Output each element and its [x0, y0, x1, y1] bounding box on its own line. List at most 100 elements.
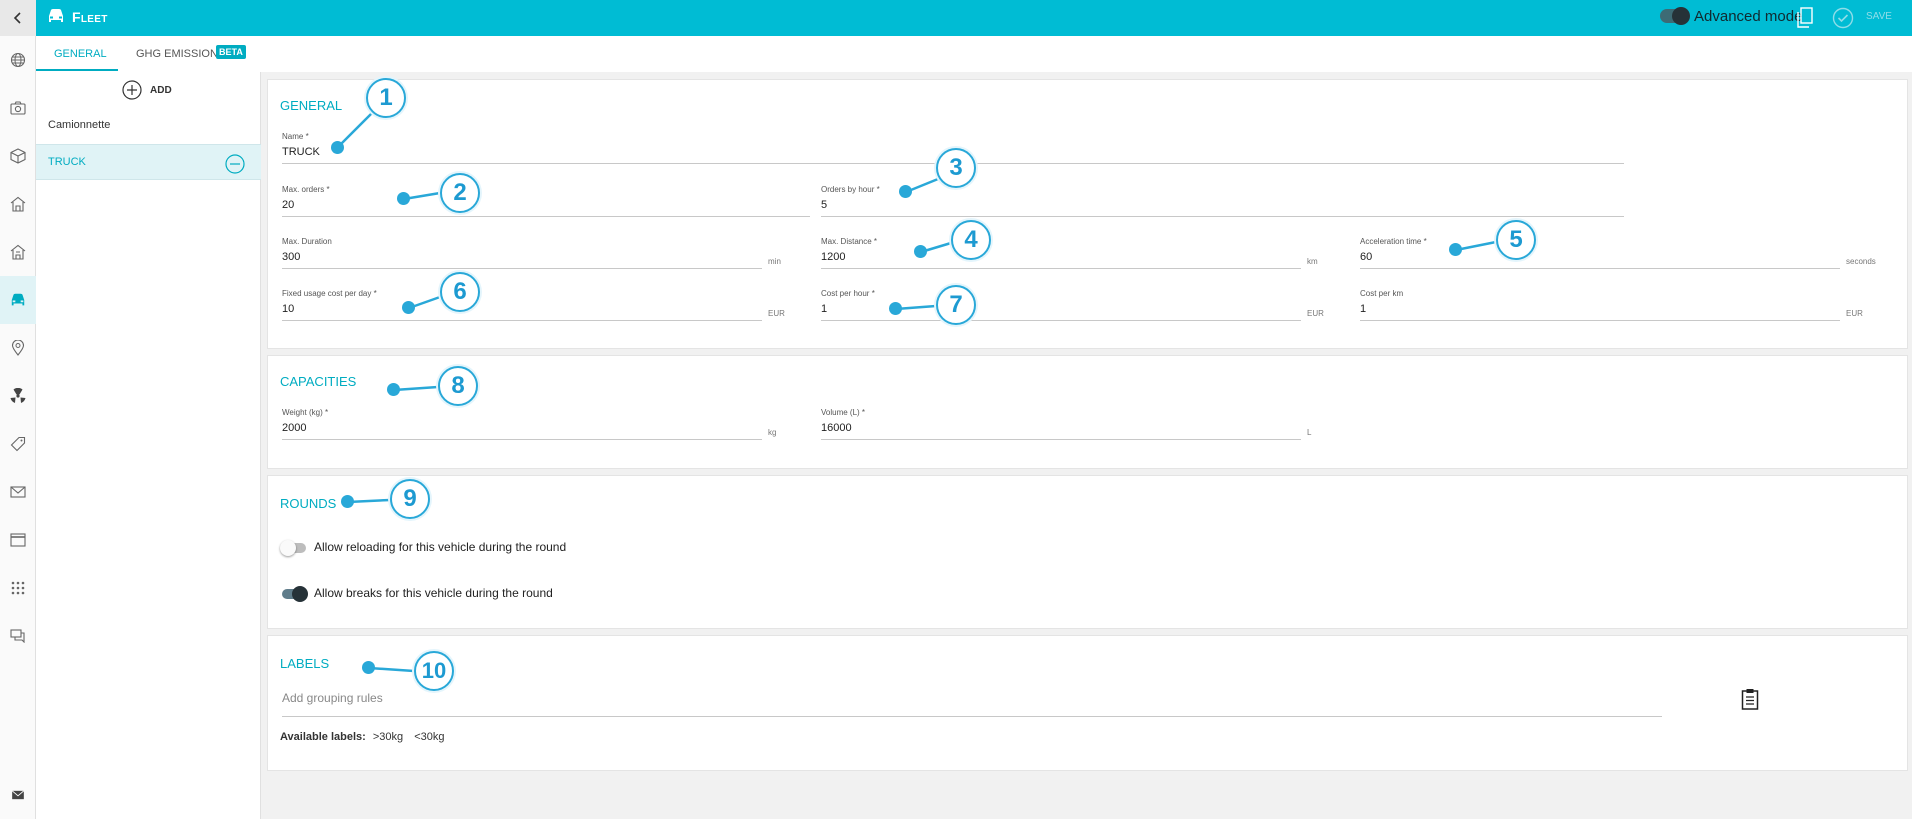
map-pin-icon	[11, 340, 25, 356]
callout-dot	[331, 141, 344, 154]
vehicle-item-selected[interactable]: TRUCK	[36, 144, 261, 180]
fixed-cost-day-field[interactable]: Fixed usage cost per day * 10	[282, 289, 762, 321]
active-tab-indicator	[36, 69, 118, 71]
unit-km: km	[1307, 257, 1318, 266]
nav-camera[interactable]	[0, 84, 36, 132]
vehicle-name: TRUCK	[48, 156, 86, 168]
add-label: ADD	[150, 84, 172, 96]
max-orders-input[interactable]: 20	[282, 199, 810, 217]
cost-per-km-input[interactable]: 1	[1360, 303, 1840, 321]
plus-circle-icon	[122, 80, 142, 100]
callout-1: 1	[366, 78, 406, 118]
nav-apps[interactable]	[0, 564, 36, 612]
nav-tags[interactable]	[0, 420, 36, 468]
unit-eur: EUR	[1307, 309, 1324, 318]
nav-globe[interactable]	[0, 36, 36, 84]
check-circle-icon[interactable]	[1832, 7, 1854, 29]
max-duration-input[interactable]: 300	[282, 251, 762, 269]
camera-icon	[10, 101, 26, 115]
max-duration-field[interactable]: Max. Duration 300	[282, 237, 762, 269]
chat-icon	[10, 629, 25, 643]
callout-dot	[914, 245, 927, 258]
general-title: GENERAL	[280, 98, 343, 113]
vehicle-item[interactable]: Camionnette	[36, 108, 261, 144]
labels-title: LABELS	[280, 656, 330, 671]
reload-toggle[interactable]	[280, 540, 306, 556]
add-vehicle-button[interactable]: ADD	[122, 80, 172, 100]
weight-field[interactable]: Weight (kg) * 2000	[282, 408, 762, 440]
vehicle-name: Camionnette	[48, 119, 111, 131]
top-bar: Fleet Advanced mode SAVE	[0, 0, 1912, 36]
cost-per-km-field[interactable]: Cost per km 1	[1360, 289, 1840, 321]
tab-ghg-emissions[interactable]: GHG EMISSIONS	[136, 48, 225, 60]
labels-card: LABELS Add grouping rules Available labe…	[267, 635, 1908, 771]
building-icon	[10, 244, 26, 260]
car-icon	[11, 293, 25, 306]
unit-eur: EUR	[768, 309, 785, 318]
callout-dot	[387, 383, 400, 396]
max-orders-field[interactable]: Max. orders * 20	[282, 185, 810, 217]
save-button[interactable]: SAVE	[1866, 11, 1892, 22]
nav-chat[interactable]	[0, 612, 36, 660]
callout-dot	[402, 301, 415, 314]
tab-general[interactable]: GENERAL	[54, 48, 107, 60]
label-chip[interactable]: >30kg	[373, 731, 403, 743]
weight-input[interactable]: 2000	[282, 422, 762, 440]
breaks-toggle[interactable]	[282, 586, 308, 602]
volume-input[interactable]: 16000	[821, 422, 1301, 440]
minus-circle-icon[interactable]	[225, 154, 245, 174]
reload-label: Allow reloading for this vehicle during …	[314, 540, 567, 554]
app-title: Fleet	[72, 9, 108, 25]
advanced-mode-toggle[interactable]	[1660, 7, 1690, 25]
callout-10: 10	[414, 651, 454, 691]
tab-bar: GENERAL GHG EMISSIONS BETA	[36, 36, 1912, 72]
globe-icon	[10, 52, 26, 68]
general-card: GENERAL Name * TRUCK Max. orders * 20 Or…	[267, 79, 1908, 349]
grouping-rules-input[interactable]: Add grouping rules	[282, 689, 1662, 717]
warehouse-icon	[10, 196, 26, 212]
acceleration-time-input[interactable]: 60	[1360, 251, 1840, 269]
nav-messages[interactable]	[0, 468, 36, 516]
hazard-icon	[10, 388, 26, 403]
capacities-title: CAPACITIES	[280, 374, 357, 389]
volume-field[interactable]: Volume (L) * 16000	[821, 408, 1301, 440]
callout-dot	[341, 495, 354, 508]
box-icon	[10, 148, 26, 164]
nav-package[interactable]	[0, 132, 36, 180]
unit-seconds: seconds	[1846, 257, 1876, 266]
unit-eur: EUR	[1846, 309, 1863, 318]
rounds-title: ROUNDS	[280, 496, 337, 511]
label-chip[interactable]: <30kg	[414, 731, 444, 743]
capacities-card: CAPACITIES Weight (kg) * 2000 kg Volume …	[267, 355, 1908, 469]
callout-8: 8	[438, 366, 478, 406]
car-icon	[49, 9, 63, 22]
nav-locations[interactable]	[0, 324, 36, 372]
nav-depot[interactable]	[0, 180, 36, 228]
callout-5: 5	[1496, 220, 1536, 260]
breaks-label: Allow breaks for this vehicle during the…	[314, 586, 553, 600]
nav-calendar[interactable]	[0, 516, 36, 564]
max-distance-input[interactable]: 1200	[821, 251, 1301, 269]
callout-7: 7	[936, 285, 976, 325]
callout-4: 4	[951, 220, 991, 260]
nav-fleet[interactable]	[0, 276, 36, 324]
max-distance-field[interactable]: Max. Distance * 1200	[821, 237, 1301, 269]
callout-dot	[397, 192, 410, 205]
chevron-left-icon	[13, 12, 21, 24]
orders-by-hour-field[interactable]: Orders by hour * 5	[821, 185, 1624, 217]
callout-2: 2	[440, 173, 480, 213]
nav-hazmat[interactable]	[0, 372, 36, 420]
advanced-mode-label: Advanced mode	[1694, 8, 1803, 25]
envelope-icon	[10, 486, 26, 498]
nav-mail-bottom[interactable]	[0, 771, 36, 819]
unit-l: L	[1307, 428, 1312, 437]
back-button[interactable]	[0, 0, 36, 36]
copy-icon[interactable]	[1796, 7, 1814, 29]
nav-sites[interactable]	[0, 228, 36, 276]
acceleration-time-field[interactable]: Acceleration time * 60	[1360, 237, 1840, 269]
fixed-cost-day-input[interactable]: 10	[282, 303, 762, 321]
tag-icon	[10, 436, 26, 452]
window-icon	[10, 533, 26, 547]
orders-by-hour-input[interactable]: 5	[821, 199, 1624, 217]
clipboard-icon[interactable]	[1741, 688, 1759, 710]
